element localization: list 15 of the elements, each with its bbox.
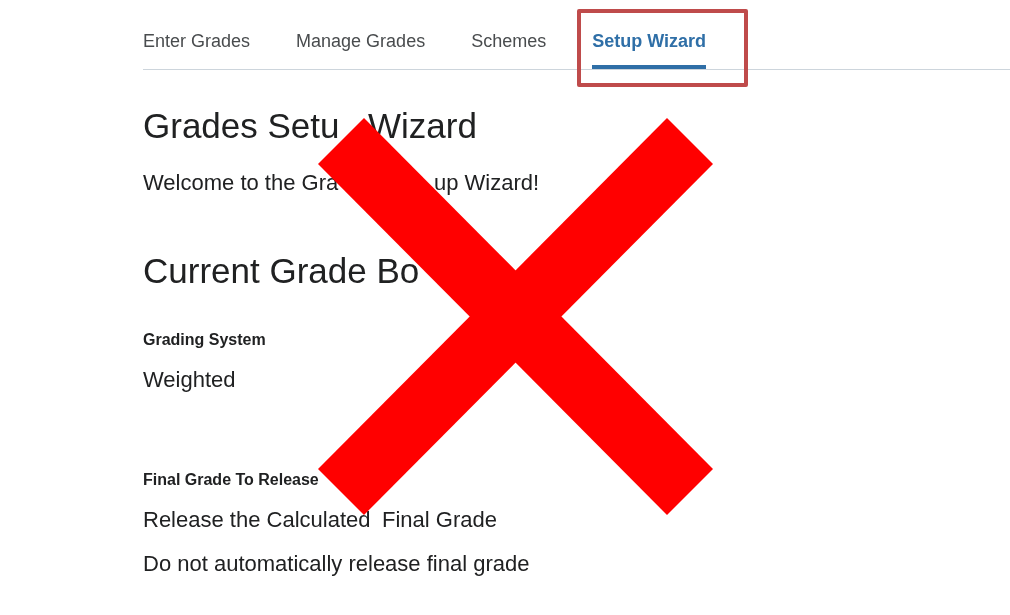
tab[interactable]: Schemes: [471, 28, 547, 69]
section-heading: Current Grade Bo: [143, 251, 420, 291]
setting-value: Final Grade: [382, 507, 497, 533]
welcome-text: up Wizard!: [434, 170, 540, 196]
tab[interactable]: Manage Grades: [296, 28, 426, 69]
setting-value: Release the Calculated: [143, 507, 371, 532]
welcome-text: Welcome to the Gra: [143, 170, 339, 195]
setting-label: Grading System: [143, 331, 267, 349]
page-title: Grades Setu: [143, 106, 340, 145]
tab[interactable]: Enter Grades: [143, 28, 251, 69]
setting-value: Do not automatically release final grade: [143, 551, 530, 577]
tab[interactable]: Setup Wizard: [592, 28, 707, 69]
page-title: Wizard: [368, 106, 477, 146]
setting-label: Final Grade To Release: [143, 471, 320, 489]
setting-value: Weighted: [143, 367, 236, 393]
